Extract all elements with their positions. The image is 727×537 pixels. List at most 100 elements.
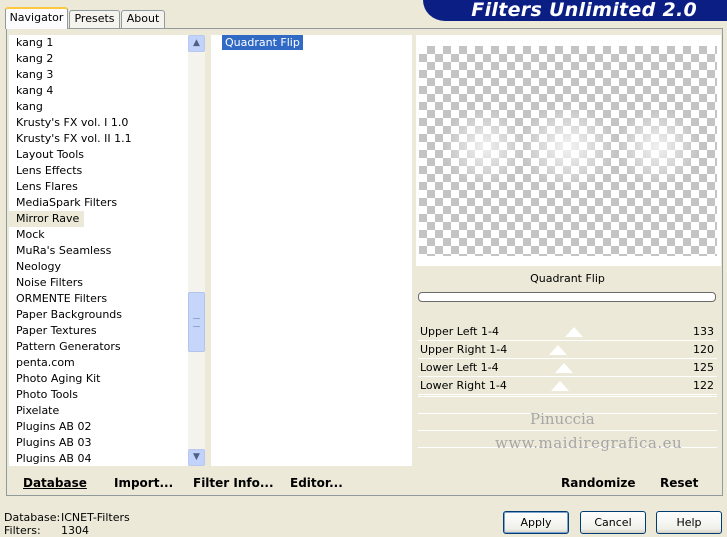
slider-value: 120 bbox=[693, 343, 714, 356]
scrollbar-thumb[interactable] bbox=[188, 292, 205, 352]
category-label: Mock bbox=[16, 228, 45, 241]
category-label: Layout Tools bbox=[16, 148, 84, 161]
category-item[interactable]: Pixelate bbox=[9, 403, 187, 419]
reset-button[interactable]: Reset bbox=[660, 475, 698, 491]
category-label: MuRa's Seamless bbox=[16, 244, 112, 257]
scroll-down-button[interactable]: ▼ bbox=[188, 449, 205, 466]
banner-title: Filters Unlimited 2.0 bbox=[471, 0, 697, 21]
category-label: Krusty's FX vol. II 1.1 bbox=[16, 132, 132, 145]
category-item[interactable]: Paper Backgrounds bbox=[9, 307, 187, 323]
category-item[interactable]: Layout Tools bbox=[9, 147, 187, 163]
randomize-button[interactable]: Randomize bbox=[561, 475, 635, 491]
category-item[interactable]: penta.com bbox=[9, 355, 187, 371]
category-item[interactable]: kang 3 bbox=[9, 67, 187, 83]
slider-thumb[interactable] bbox=[551, 381, 569, 391]
database-button[interactable]: Database bbox=[23, 475, 87, 491]
filters-count: 1304 bbox=[61, 524, 89, 537]
tab-presets[interactable]: Presets bbox=[69, 10, 120, 28]
category-item[interactable]: Lens Flares bbox=[9, 179, 187, 195]
category-item[interactable]: kang bbox=[9, 99, 187, 115]
slider-lower-left[interactable]: Lower Left 1-4 125 bbox=[418, 359, 717, 377]
category-label: Lens Effects bbox=[16, 164, 83, 177]
category-label: kang 1 bbox=[16, 36, 54, 49]
category-item[interactable]: MediaSpark Filters bbox=[9, 195, 187, 211]
import-button[interactable]: Import... bbox=[114, 475, 173, 491]
category-item[interactable]: kang 2 bbox=[9, 51, 187, 67]
slider-label: Upper Right 1-4 bbox=[420, 343, 508, 356]
scroll-up-button[interactable]: ▲ bbox=[188, 35, 205, 52]
slider-upper-right[interactable]: Upper Right 1-4 120 bbox=[418, 341, 717, 359]
category-item[interactable]: Pattern Generators bbox=[9, 339, 187, 355]
filters-label: Filters: bbox=[4, 524, 41, 537]
category-item[interactable]: kang 4 bbox=[9, 83, 187, 99]
slider-thumb[interactable] bbox=[555, 363, 573, 373]
category-label: MediaSpark Filters bbox=[16, 196, 118, 209]
category-item[interactable]: kang 1 bbox=[9, 35, 187, 51]
category-label: Plugins AB 02 bbox=[16, 420, 92, 433]
slider-value: 133 bbox=[693, 325, 714, 338]
category-label: Paper Backgrounds bbox=[16, 308, 123, 321]
grip-icon bbox=[193, 318, 200, 327]
category-label: Paper Textures bbox=[16, 324, 97, 337]
category-label: Plugins AB 03 bbox=[16, 436, 92, 449]
chevron-up-icon: ▲ bbox=[193, 38, 200, 48]
title-banner: Filters Unlimited 2.0 bbox=[423, 0, 727, 21]
category-item[interactable]: Mock bbox=[9, 227, 187, 243]
filter-item-quadrant-flip[interactable]: Quadrant Flip bbox=[222, 35, 303, 50]
progress-bar bbox=[418, 292, 716, 302]
category-label: kang 2 bbox=[16, 52, 54, 65]
category-item[interactable]: Noise Filters bbox=[9, 275, 187, 291]
category-item[interactable]: Photo Aging Kit bbox=[9, 371, 187, 387]
filter-title: Quadrant Flip bbox=[418, 268, 717, 290]
category-item[interactable]: Plugins AB 02 bbox=[9, 419, 187, 435]
category-label: kang bbox=[16, 100, 43, 113]
category-label: Mirror Rave bbox=[9, 211, 85, 227]
category-label: Neology bbox=[16, 260, 62, 273]
category-label: ORMENTE Filters bbox=[16, 292, 108, 305]
category-label: Photo Aging Kit bbox=[16, 372, 101, 385]
slider-upper-left[interactable]: Upper Left 1-4 133 bbox=[418, 323, 717, 341]
editor-button[interactable]: Editor... bbox=[290, 475, 343, 491]
slider-thumb[interactable] bbox=[565, 327, 583, 337]
preview-image bbox=[419, 46, 717, 256]
category-label: Photo Tools bbox=[16, 388, 78, 401]
slider-label: Lower Left 1-4 bbox=[420, 361, 499, 374]
category-item[interactable]: Paper Textures bbox=[9, 323, 187, 339]
tab-about[interactable]: About bbox=[121, 10, 165, 28]
category-item[interactable]: Neology bbox=[9, 259, 187, 275]
filter-info-button[interactable]: Filter Info... bbox=[193, 475, 274, 491]
category-label: Plugins AB 04 bbox=[16, 452, 92, 465]
category-item[interactable]: Krusty's FX vol. II 1.1 bbox=[9, 131, 187, 147]
watermark-url: www.maidiregrafica.eu bbox=[495, 434, 683, 452]
help-button[interactable]: Help bbox=[656, 511, 722, 534]
category-scrollbar[interactable]: ▲ ▼ bbox=[188, 35, 205, 466]
chevron-down-icon: ▼ bbox=[193, 452, 200, 462]
slider-label: Lower Right 1-4 bbox=[420, 379, 507, 392]
slider-value: 125 bbox=[693, 361, 714, 374]
slider-thumb[interactable] bbox=[549, 345, 567, 355]
category-item[interactable]: Mirror Rave bbox=[9, 211, 187, 227]
category-item[interactable]: MuRa's Seamless bbox=[9, 243, 187, 259]
category-item[interactable]: Lens Effects bbox=[9, 163, 187, 179]
category-item[interactable]: Krusty's FX vol. I 1.0 bbox=[9, 115, 187, 131]
category-item[interactable]: Plugins AB 04 bbox=[9, 451, 187, 466]
tab-navigator[interactable]: Navigator bbox=[5, 7, 68, 29]
category-item[interactable]: Photo Tools bbox=[9, 387, 187, 403]
category-label: penta.com bbox=[16, 356, 75, 369]
category-label: Pixelate bbox=[16, 404, 60, 417]
cancel-button[interactable]: Cancel bbox=[580, 511, 646, 534]
apply-button[interactable]: Apply bbox=[503, 511, 569, 534]
database-value: ICNET-Filters bbox=[61, 511, 130, 524]
database-label: Database: bbox=[4, 511, 61, 524]
category-label: kang 4 bbox=[16, 84, 54, 97]
slider-label: Upper Left 1-4 bbox=[420, 325, 499, 338]
category-item[interactable]: Plugins AB 03 bbox=[9, 435, 187, 451]
category-item[interactable]: ORMENTE Filters bbox=[9, 291, 187, 307]
category-list[interactable]: kang 1 kang 2 kang 3 kang 4 kang Krusty's FX … bbox=[9, 35, 187, 466]
slider-value: 122 bbox=[693, 379, 714, 392]
watermark-name: Pinuccia bbox=[530, 410, 595, 428]
filter-list-box bbox=[211, 35, 412, 466]
slider-lower-right[interactable]: Lower Right 1-4 122 bbox=[418, 377, 717, 395]
category-label: Pattern Generators bbox=[16, 340, 121, 353]
category-label: kang 3 bbox=[16, 68, 54, 81]
